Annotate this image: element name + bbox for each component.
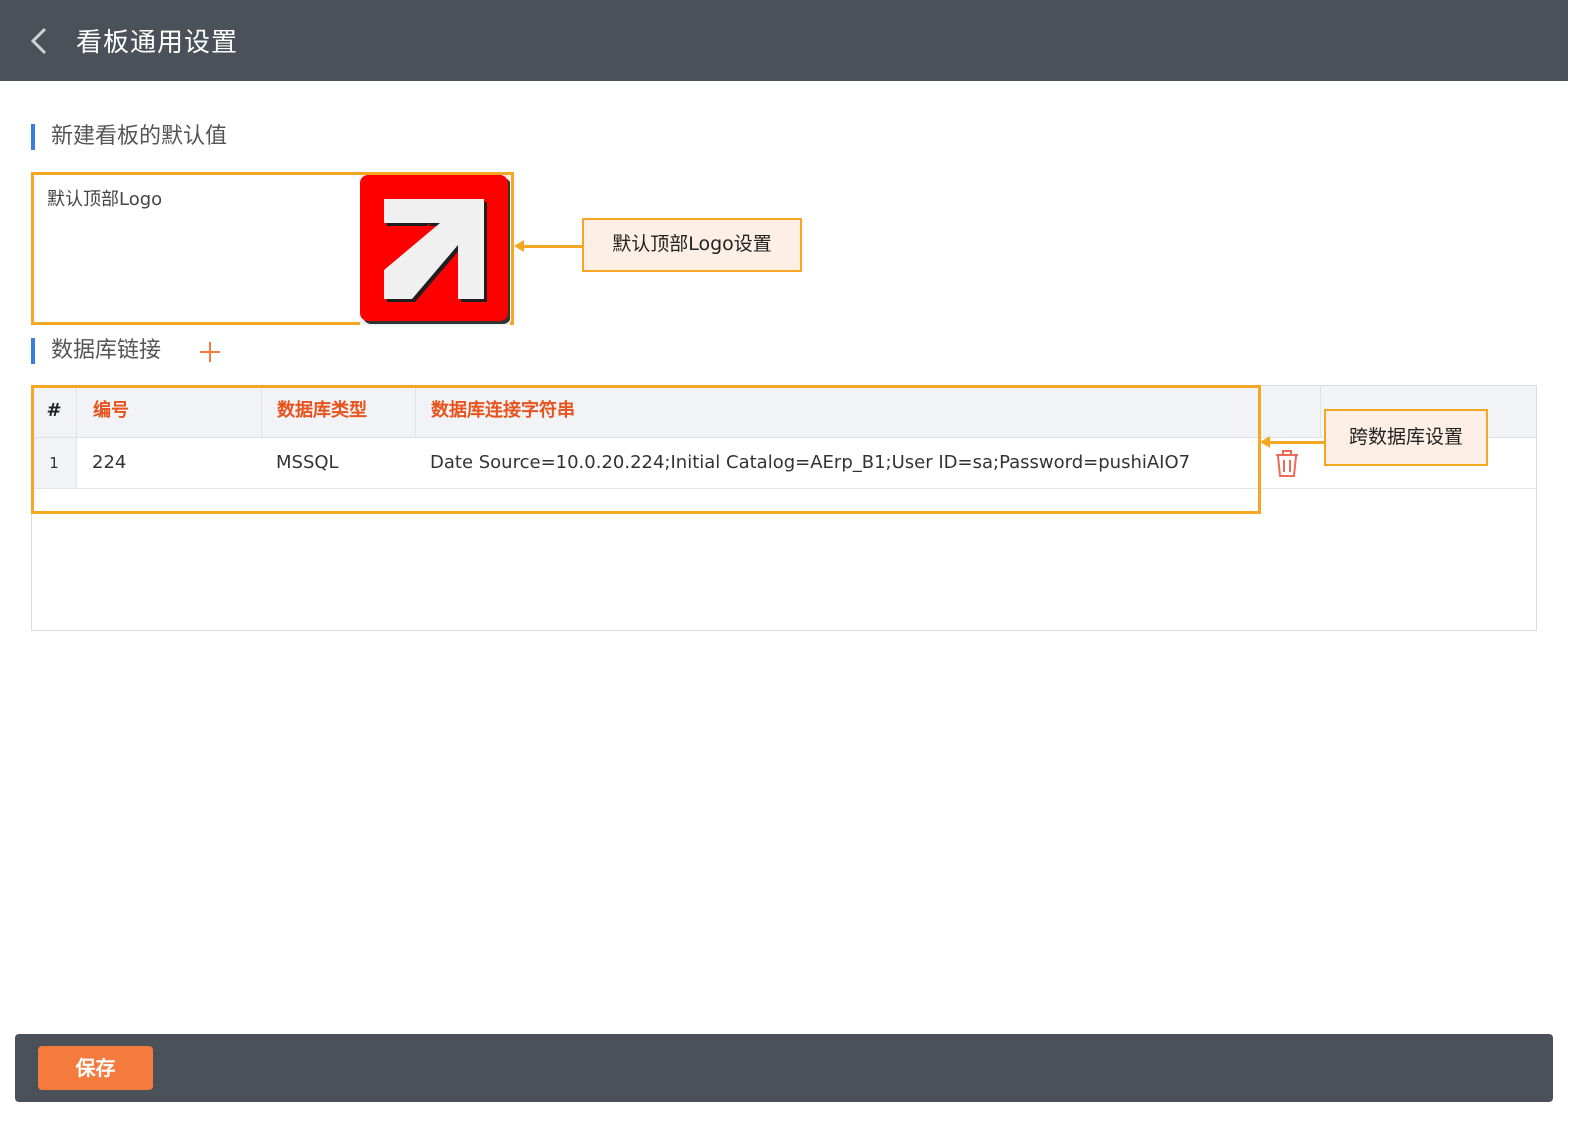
- logo-label: 默认顶部Logo: [47, 189, 163, 210]
- callout-db: 跨数据库设置: [1324, 409, 1488, 466]
- col-id: 编号: [77, 386, 262, 437]
- logo-setting-box: 默认顶部Logo: [31, 172, 514, 325]
- callout-arrow-logo: [514, 240, 582, 252]
- row-id: 224: [92, 452, 127, 473]
- save-button[interactable]: 保存: [38, 1046, 153, 1090]
- bottom-bar: 保存: [15, 1034, 1553, 1102]
- logo-image[interactable]: [360, 175, 511, 325]
- trash-icon[interactable]: [1274, 450, 1300, 478]
- row-type: MSSQL: [276, 452, 339, 473]
- top-bar: 看板通用设置: [0, 0, 1568, 81]
- add-icon[interactable]: [198, 340, 222, 364]
- col-index: #: [32, 386, 77, 437]
- chevron-left-icon[interactable]: [28, 26, 50, 56]
- section-title-defaults: 新建看板的默认值: [31, 124, 227, 150]
- table-row[interactable]: 1 224 MSSQL Date Source=10.0.20.224;Init…: [32, 438, 1536, 489]
- col-conn: 数据库连接字符串: [416, 386, 1321, 437]
- callout-logo: 默认顶部Logo设置: [582, 218, 802, 272]
- col-type: 数据库类型: [262, 386, 416, 437]
- table-header: # 编号 数据库类型 数据库连接字符串: [32, 386, 1536, 438]
- red-arrow-logo-icon: [360, 175, 511, 324]
- page-title: 看板通用设置: [76, 28, 239, 58]
- row-index: 1: [32, 438, 77, 488]
- callout-arrow-db: [1260, 436, 1324, 448]
- db-table: # 编号 数据库类型 数据库连接字符串 1 224 MSSQL Date Sou…: [31, 385, 1537, 631]
- row-conn: Date Source=10.0.20.224;Initial Catalog=…: [430, 452, 1191, 473]
- section-title-db: 数据库链接: [31, 338, 161, 364]
